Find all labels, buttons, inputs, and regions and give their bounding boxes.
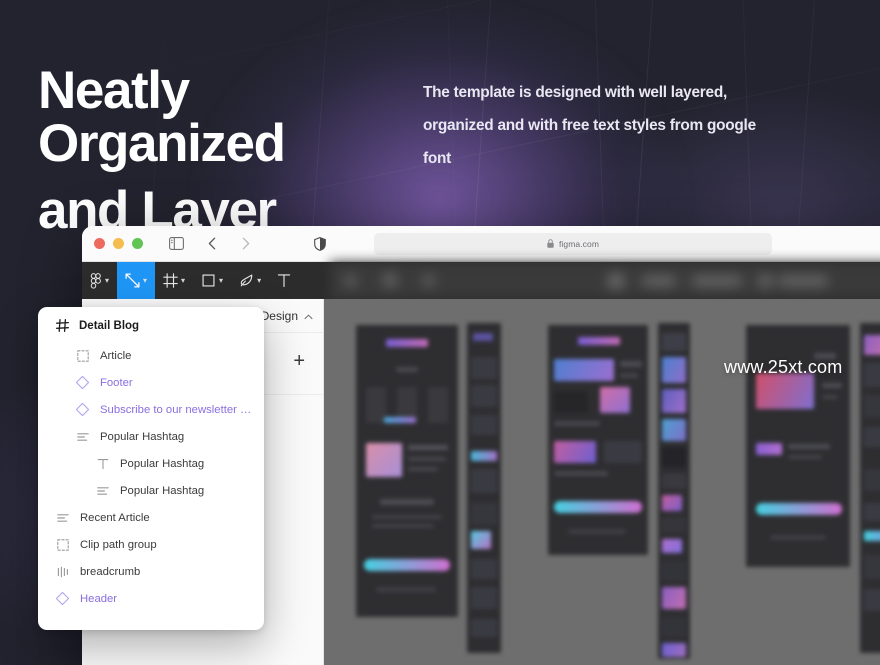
layer-row[interactable]: breadcrumb [38,558,264,585]
layers-list: Article Footer Subscribe to our newsletter… [38,342,264,612]
window-controls [94,238,143,249]
figma-toolbar: ▾ ▾ ▾ ▾ [82,262,880,299]
auto-layout-icon [56,511,69,524]
layers-popup-title: Detail Blog [79,320,139,332]
chevron-up-icon[interactable] [304,309,313,323]
minimize-window-button[interactable] [113,238,124,249]
move-scale-tool-button[interactable]: ▾ [117,262,155,299]
group-icon [56,538,69,551]
group-icon [76,349,89,362]
chevron-down-icon: ▾ [143,277,147,285]
browser-titlebar: figma.com [82,226,880,262]
close-window-button[interactable] [94,238,105,249]
figma-canvas[interactable] [324,299,880,665]
artboard[interactable] [356,325,458,617]
layer-row-label: Popular Hashtag [120,485,204,497]
frame-hash-icon [56,319,69,332]
chevron-down-icon: ▾ [105,277,109,285]
layer-row[interactable]: Article [38,342,264,369]
text-tool-button[interactable] [269,262,299,299]
component-icon [76,403,89,416]
pen-tool-button[interactable]: ▾ [231,262,269,299]
frame-tool-button[interactable]: ▾ [155,262,193,299]
component-icon [56,592,69,605]
toolbar-blurred-controls [330,262,880,299]
layer-row-label: Subscribe to our newsletter for ... [100,404,254,416]
chevron-down-icon: ▾ [219,277,223,285]
plus-icon[interactable]: + [293,351,305,371]
figma-menu-button[interactable]: ▾ [82,262,117,299]
page-subtitle: The template is designed with well layer… [423,76,783,175]
artboard[interactable] [658,323,690,659]
layer-row-label: breadcrumb [80,566,140,578]
layer-row[interactable]: Subscribe to our newsletter for ... [38,396,264,423]
sidebar-toggle-icon[interactable] [165,233,187,255]
lock-icon [547,235,554,253]
page-title-line-1: Neatly Organized [38,61,285,173]
layer-row[interactable]: Popular Hashtag [38,423,264,450]
layers-popup-panel: Detail Blog Article Footer Subscribe to ou… [38,307,264,630]
layer-row-label: Article [100,350,131,362]
layer-row-label: Footer [100,377,133,389]
page-title: Neatly Organized and Layer [38,64,438,237]
privacy-shield-icon[interactable] [309,233,331,255]
chevron-down-icon: ▾ [181,277,185,285]
layer-row[interactable]: Clip path group [38,531,264,558]
auto-layout-icon [96,484,109,497]
layer-row[interactable]: Footer [38,369,264,396]
component-icon [76,376,89,389]
url-text: figma.com [559,239,599,249]
artboard-label [360,313,408,323]
maximize-window-button[interactable] [132,238,143,249]
navigation-buttons [201,233,257,255]
artboard[interactable] [467,323,501,653]
layer-row-label: Popular Hashtag [120,458,204,470]
artboard-label [552,313,600,323]
artboard[interactable] [548,325,648,555]
breadcrumb-icon [56,565,69,578]
watermark: www.25xt.com [724,357,842,378]
shape-tool-button[interactable]: ▾ [193,262,231,299]
layer-row[interactable]: Popular Hashtag [38,450,264,477]
forward-button[interactable] [235,233,257,255]
address-bar[interactable]: figma.com [374,233,772,255]
layer-row-label: Clip path group [80,539,157,551]
auto-layout-icon [76,430,89,443]
chevron-down-icon: ▾ [257,277,261,285]
layers-popup-header[interactable]: Detail Blog [38,307,264,342]
layer-row-label: Recent Article [80,512,150,524]
layer-row[interactable]: Popular Hashtag [38,477,264,504]
artboard[interactable] [860,323,880,653]
text-icon [96,457,109,470]
layer-row[interactable]: Header [38,585,264,612]
layer-row-label: Popular Hashtag [100,431,184,443]
layer-row-label: Header [80,593,117,605]
back-button[interactable] [201,233,223,255]
layer-row[interactable]: Recent Article [38,504,264,531]
